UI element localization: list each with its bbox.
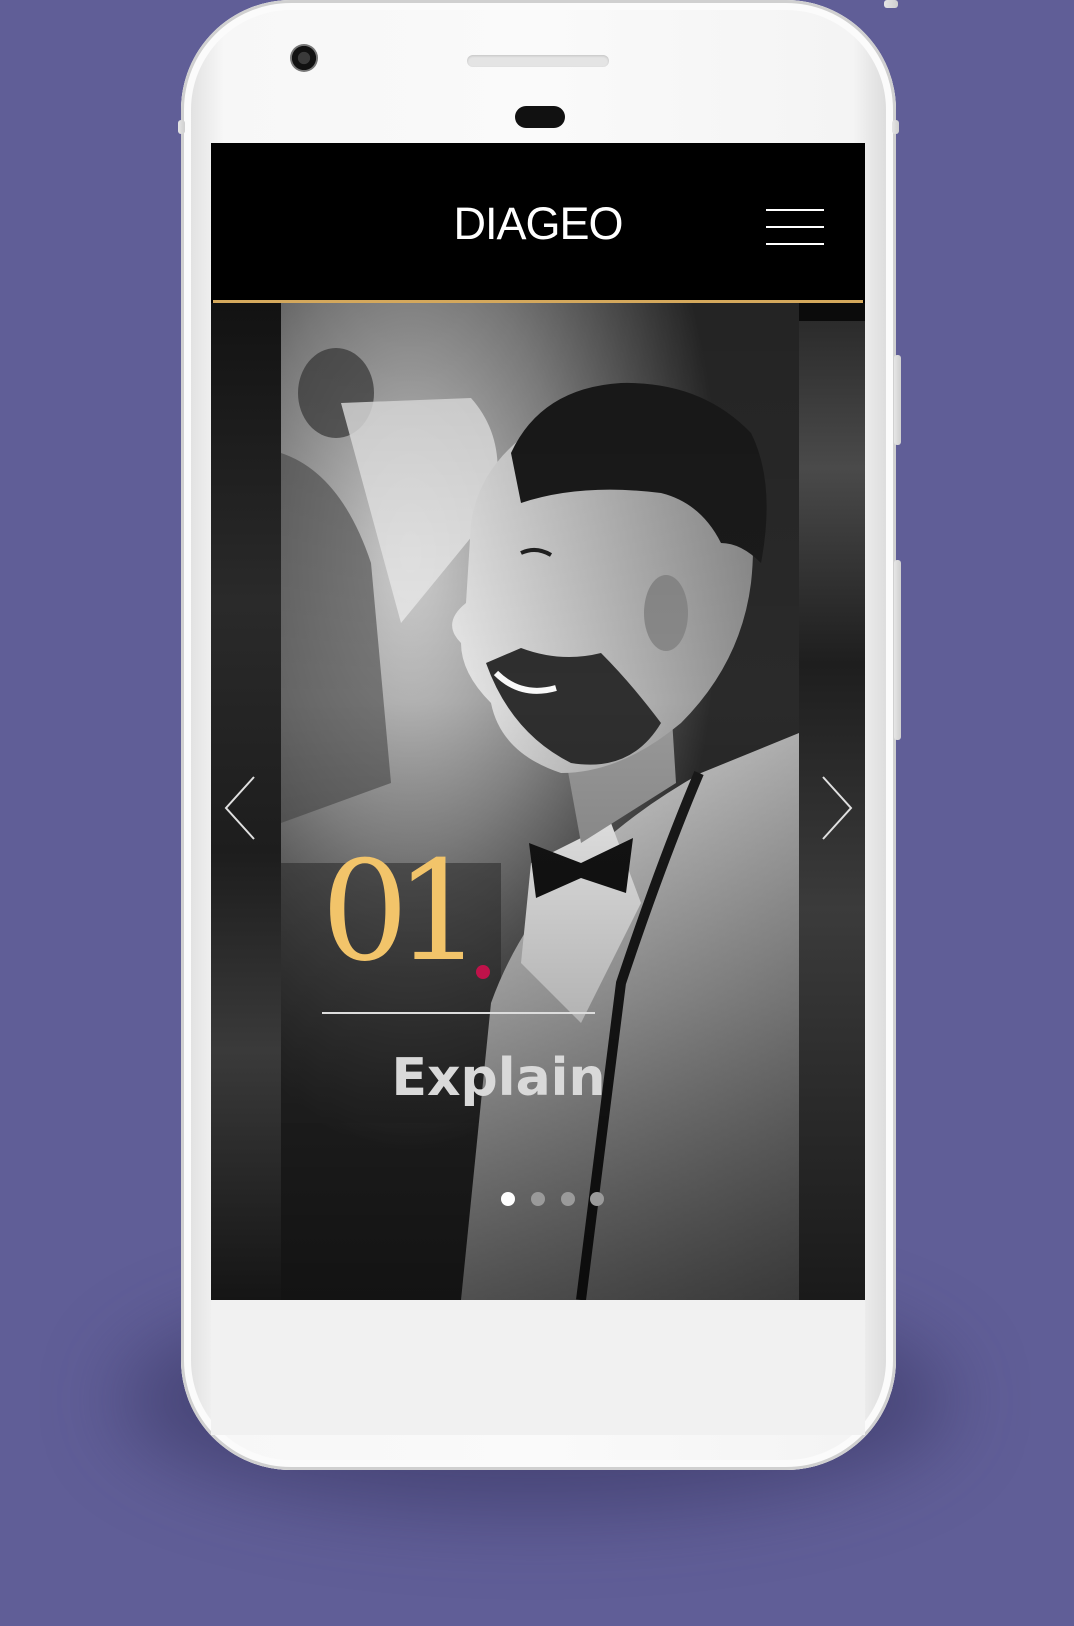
side-key-right-top xyxy=(892,120,899,134)
slide-overlay xyxy=(281,303,799,1300)
proximity-sensor xyxy=(515,106,565,128)
slide-title: Explain xyxy=(391,1048,606,1108)
chevron-right-icon[interactable] xyxy=(816,773,856,843)
pagination-dot-3[interactable] xyxy=(561,1192,575,1206)
slide-number: 01 xyxy=(321,831,483,992)
menu-bar xyxy=(766,209,824,211)
slide-number-divider xyxy=(322,1012,595,1014)
phone-bottom-bezel xyxy=(211,1300,865,1435)
carousel-slide[interactable] xyxy=(281,303,799,1300)
volume-button xyxy=(894,560,901,740)
pagination-dot-4[interactable] xyxy=(590,1192,604,1206)
app-screen: DIAGEO 01 Explain xyxy=(211,143,865,1300)
hero-carousel[interactable]: 01 Explain xyxy=(211,303,865,1300)
power-button xyxy=(894,355,901,445)
app-header: DIAGEO xyxy=(211,143,865,300)
slide-number-accent-dot xyxy=(476,965,490,979)
hamburger-menu-icon[interactable] xyxy=(766,209,824,245)
pagination-dot-2[interactable] xyxy=(531,1192,545,1206)
pagination-dot-1[interactable] xyxy=(501,1192,515,1206)
earpiece-speaker xyxy=(467,55,609,67)
front-camera-icon xyxy=(290,44,318,72)
chevron-left-icon[interactable] xyxy=(221,773,261,843)
side-key-left xyxy=(178,120,185,134)
menu-bar xyxy=(766,226,824,228)
menu-bar xyxy=(766,243,824,245)
top-key xyxy=(884,0,898,8)
